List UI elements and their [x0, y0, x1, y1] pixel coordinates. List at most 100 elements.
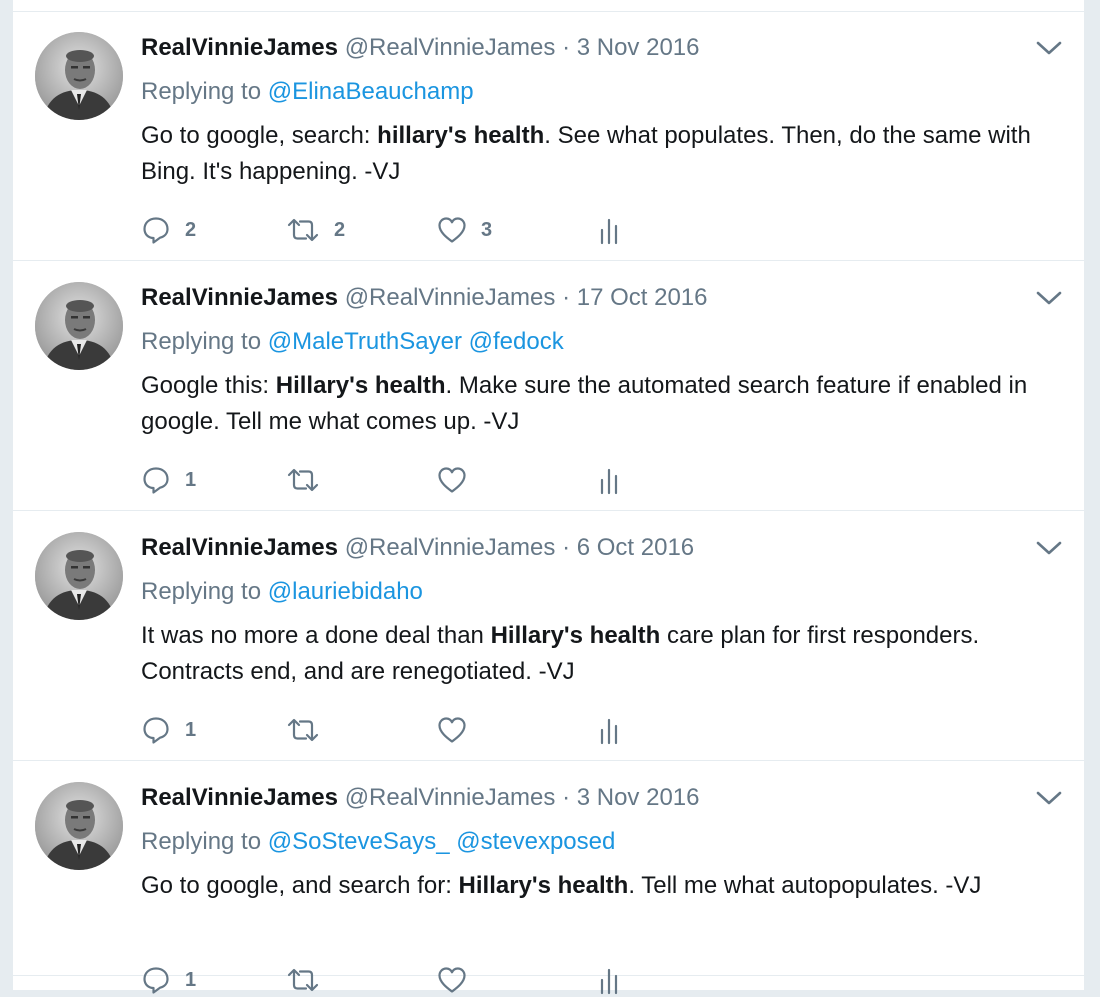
- like-count: 3: [481, 218, 493, 241]
- reply-button[interactable]: 2: [141, 213, 196, 247]
- replying-to-label: Replying to: [141, 578, 262, 605]
- avatar[interactable]: [35, 32, 123, 120]
- tweet-text-after: . Tell me what autopopulates. -VJ: [628, 872, 982, 899]
- like-button[interactable]: [437, 963, 481, 997]
- heart-icon: [438, 967, 466, 993]
- retweet-icon: [287, 218, 319, 242]
- mentions: @ElinaBeauchamp: [268, 78, 474, 105]
- retweet-button[interactable]: [286, 963, 334, 997]
- reply-count: 1: [185, 968, 197, 991]
- tweet-text-before: Google this:: [141, 372, 276, 399]
- tweet-text: Go to google, and search for: Hillary's …: [141, 868, 1066, 904]
- tweet-header: RealVinnieJames @RealVinnieJames · 6 Oct…: [141, 532, 694, 564]
- analytics-button[interactable]: [597, 213, 623, 247]
- chevron-down-icon[interactable]: [1035, 288, 1063, 308]
- user-handle[interactable]: @RealVinnieJames: [345, 284, 556, 311]
- mentions: @SoSteveSays_ @stevexposed: [268, 828, 616, 855]
- mentions: @lauriebidaho: [268, 578, 423, 605]
- like-button[interactable]: [437, 713, 481, 747]
- tweet-text-before: It was no more a done deal than: [141, 622, 491, 649]
- avatar-image: [35, 32, 123, 120]
- like-button[interactable]: 3: [437, 213, 492, 247]
- tweet[interactable]: RealVinnieJames @RealVinnieJames · 6 Oct…: [13, 512, 1084, 761]
- retweet-count: 2: [334, 218, 346, 241]
- retweet-icon: [287, 468, 319, 492]
- reply-button[interactable]: 1: [141, 963, 196, 997]
- mention-link[interactable]: @ElinaBeauchamp: [268, 78, 474, 105]
- retweet-button[interactable]: [286, 713, 334, 747]
- user-handle[interactable]: @RealVinnieJames: [345, 534, 556, 561]
- tweet-date[interactable]: 6 Oct 2016: [577, 534, 694, 561]
- replying-to: Replying to @MaleTruthSayer @fedock: [141, 326, 564, 358]
- mention-link[interactable]: @lauriebidaho: [268, 578, 423, 605]
- avatar-image: [35, 282, 123, 370]
- tweet[interactable]: RealVinnieJames @RealVinnieJames · 3 Nov…: [13, 12, 1084, 261]
- avatar-image: [35, 532, 123, 620]
- tweet-text: It was no more a done deal than Hillary'…: [141, 618, 1066, 690]
- user-name[interactable]: RealVinnieJames: [141, 784, 338, 811]
- retweet-button[interactable]: [286, 463, 334, 497]
- chevron-down-icon[interactable]: [1035, 38, 1063, 58]
- tweet[interactable]: RealVinnieJames @RealVinnieJames · 17 Oc…: [13, 262, 1084, 511]
- reply-count: 1: [185, 468, 197, 491]
- avatar[interactable]: [35, 282, 123, 370]
- mention-link[interactable]: @MaleTruthSayer: [268, 328, 462, 355]
- tweet[interactable]: RealVinnieJames @RealVinnieJames · 3 Nov…: [13, 762, 1084, 995]
- reply-icon: [143, 967, 169, 994]
- separator-dot: ·: [562, 34, 571, 61]
- avatar-image: [35, 782, 123, 870]
- mentions: @MaleTruthSayer @fedock: [268, 328, 564, 355]
- like-button[interactable]: [437, 463, 481, 497]
- analytics-button[interactable]: [597, 463, 623, 497]
- reply-button[interactable]: 1: [141, 463, 196, 497]
- reply-count: 1: [185, 718, 197, 741]
- tweet-text-before: Go to google, search:: [141, 122, 378, 149]
- retweet-icon: [287, 718, 319, 742]
- heart-icon: [438, 717, 466, 743]
- tweet-actions: 1: [141, 463, 741, 497]
- tweet-actions: 2 2 3: [141, 213, 741, 247]
- analytics-icon: [600, 218, 618, 245]
- reply-icon: [143, 467, 169, 494]
- avatar[interactable]: [35, 532, 123, 620]
- tweet-date[interactable]: 3 Nov 2016: [577, 784, 700, 811]
- replying-to-label: Replying to: [141, 78, 262, 105]
- user-name[interactable]: RealVinnieJames: [141, 284, 338, 311]
- mention-link[interactable]: @stevexposed: [456, 828, 615, 855]
- mention-link[interactable]: @SoSteveSays_: [268, 828, 450, 855]
- retweet-button[interactable]: 2: [286, 213, 345, 247]
- tweet-text-highlight: Hillary's health: [490, 622, 661, 649]
- heart-icon: [438, 467, 466, 493]
- tweet-text-highlight: Hillary's health: [275, 372, 446, 399]
- analytics-icon: [600, 968, 618, 995]
- tweet-actions: 1: [141, 963, 741, 997]
- tweet-text-highlight: Hillary's health: [458, 872, 629, 899]
- tweet-text-highlight: hillary's health: [377, 122, 545, 149]
- analytics-button[interactable]: [597, 713, 623, 747]
- separator-dot: ·: [562, 284, 571, 311]
- heart-icon: [438, 217, 466, 243]
- tweet-date[interactable]: 17 Oct 2016: [577, 284, 708, 311]
- replying-to-label: Replying to: [141, 828, 262, 855]
- reply-button[interactable]: 1: [141, 713, 196, 747]
- tweet-header: RealVinnieJames @RealVinnieJames · 3 Nov…: [141, 32, 700, 64]
- avatar[interactable]: [35, 782, 123, 870]
- analytics-icon: [600, 718, 618, 745]
- user-name[interactable]: RealVinnieJames: [141, 534, 338, 561]
- chevron-down-icon[interactable]: [1035, 538, 1063, 558]
- tweet-date[interactable]: 3 Nov 2016: [577, 34, 700, 61]
- tweet-actions: 1: [141, 713, 741, 747]
- user-name[interactable]: RealVinnieJames: [141, 34, 338, 61]
- user-handle[interactable]: @RealVinnieJames: [345, 34, 556, 61]
- analytics-button[interactable]: [597, 963, 623, 997]
- reply-icon: [143, 717, 169, 744]
- user-handle[interactable]: @RealVinnieJames: [345, 784, 556, 811]
- replying-to-label: Replying to: [141, 328, 262, 355]
- tweet-header: RealVinnieJames @RealVinnieJames · 3 Nov…: [141, 782, 700, 814]
- separator-dot: ·: [562, 534, 571, 561]
- retweet-icon: [287, 968, 319, 992]
- reply-count: 2: [185, 218, 197, 241]
- chevron-down-icon[interactable]: [1035, 788, 1063, 808]
- mention-link[interactable]: @fedock: [469, 328, 564, 355]
- replying-to: Replying to @lauriebidaho: [141, 576, 423, 608]
